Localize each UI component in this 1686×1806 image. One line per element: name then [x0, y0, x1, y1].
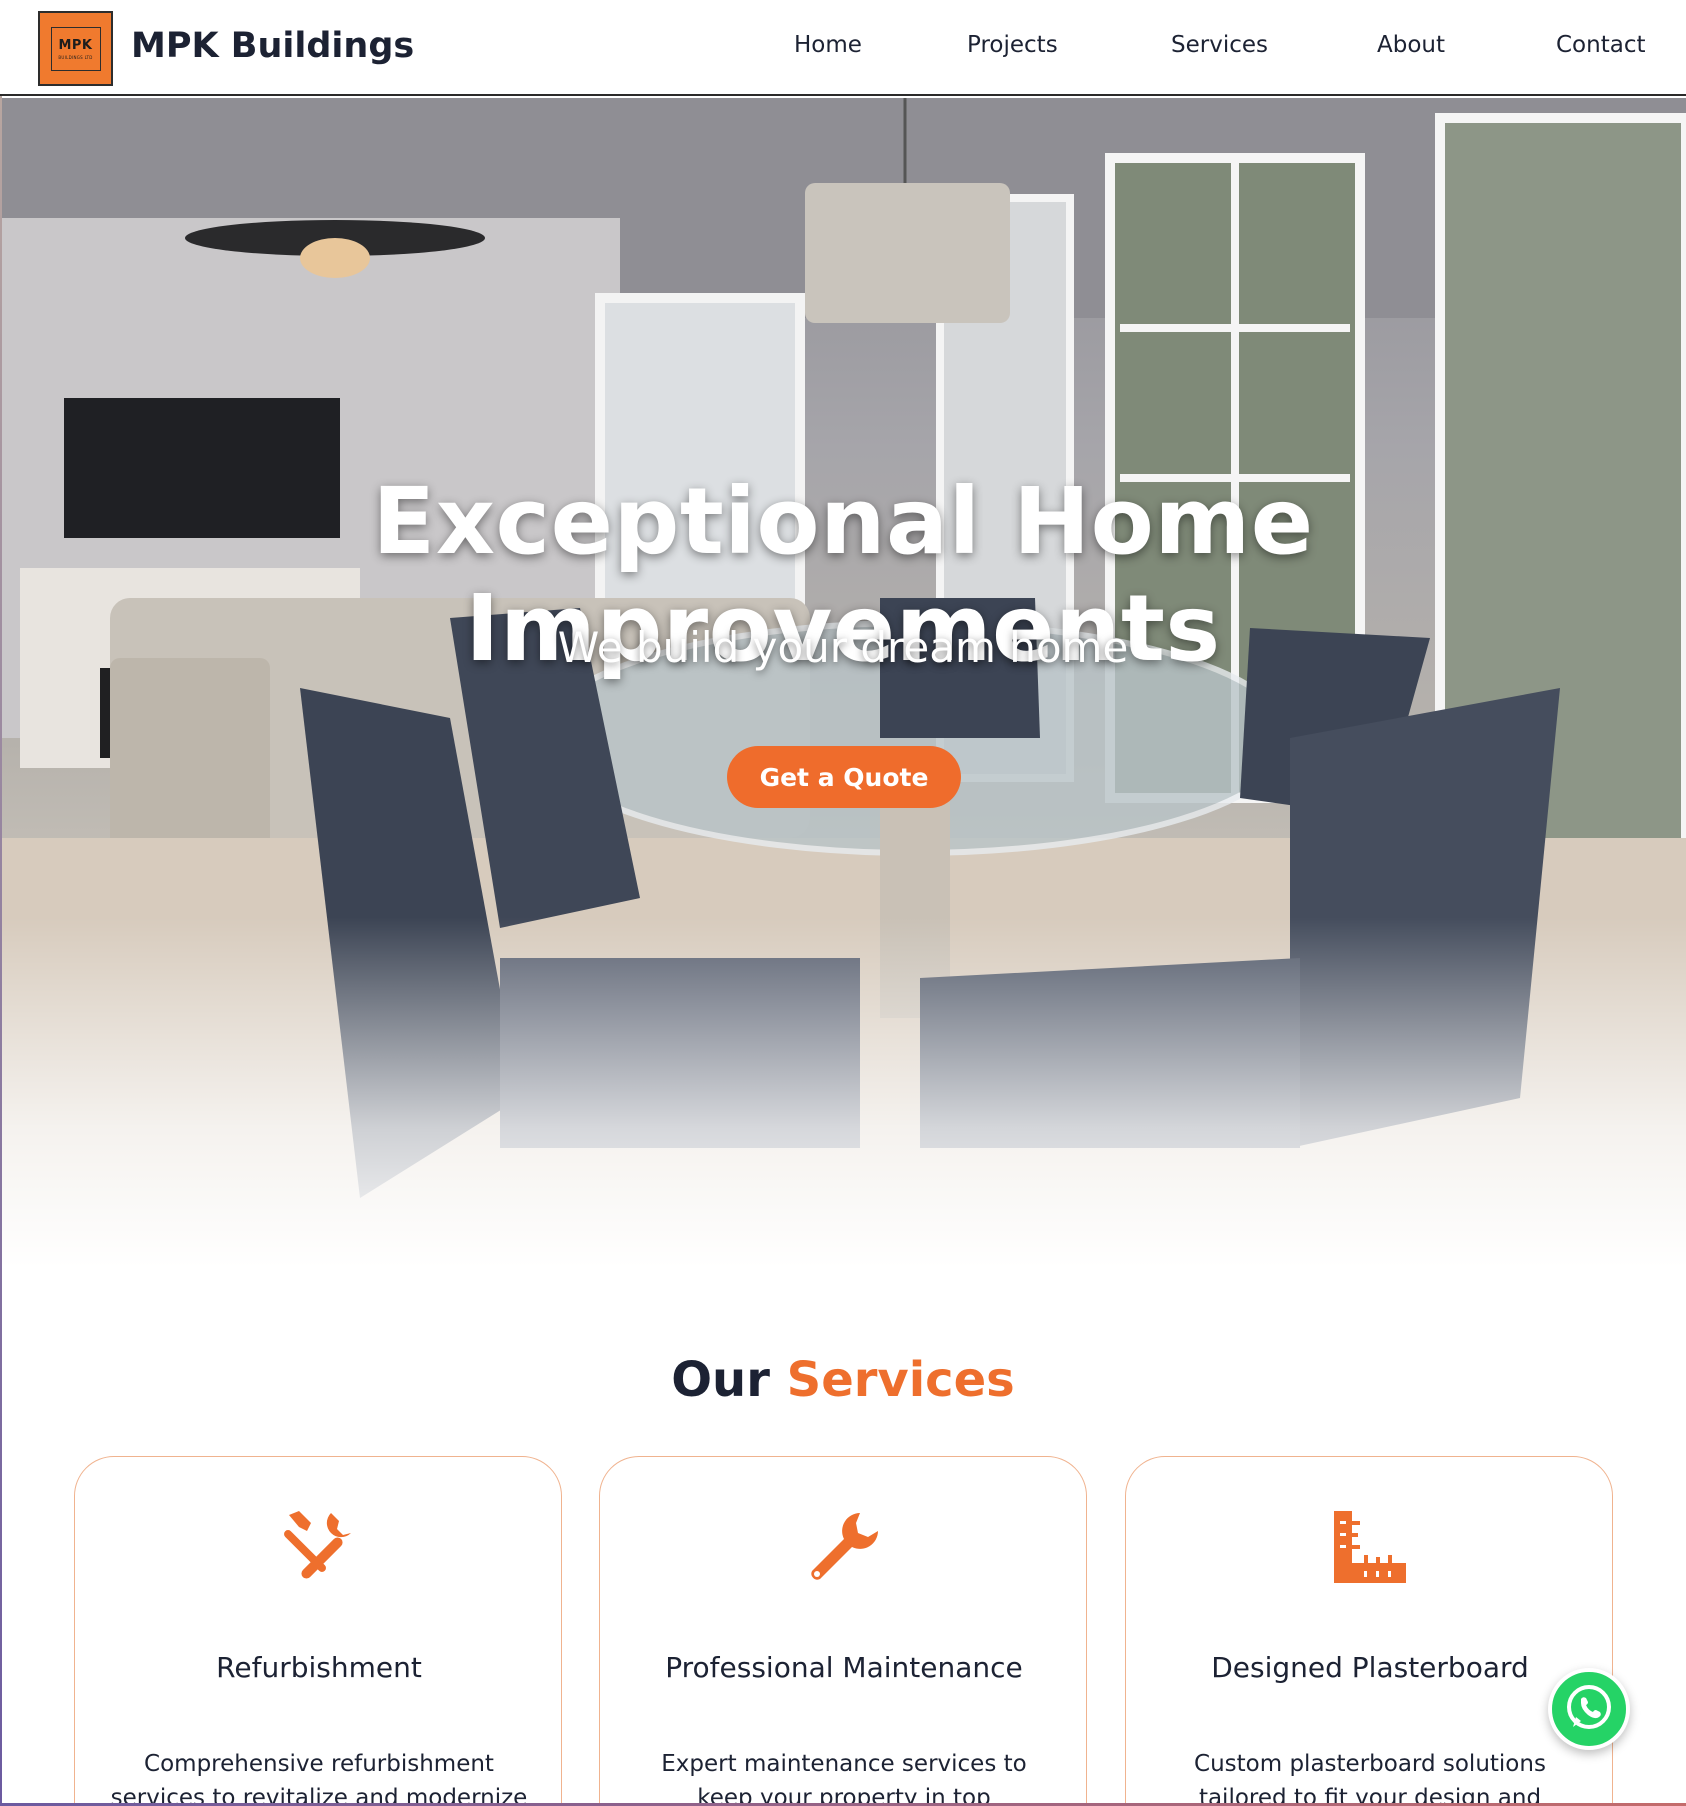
- card-description: Comprehensive refurbishment services to …: [110, 1751, 528, 1806]
- tools-icon: [284, 1511, 351, 1579]
- nav-about[interactable]: About: [1377, 32, 1445, 58]
- nav-contact[interactable]: Contact: [1556, 32, 1645, 58]
- get-quote-button[interactable]: Get a Quote: [727, 746, 961, 808]
- services-heading-plain: Our: [671, 1352, 770, 1408]
- whatsapp-icon: [1567, 1685, 1611, 1729]
- ruler-icon: [1334, 1511, 1406, 1583]
- service-card-refurbishment[interactable]: Refurbishment Comprehensive refurbishmen…: [74, 1456, 562, 1806]
- hero-section: Exceptional Home Improvements We build y…: [0, 98, 1686, 1268]
- nav-home[interactable]: Home: [794, 32, 862, 58]
- site-header: MPK BUILDINGS LTD MPK Buildings Home Pro…: [0, 0, 1686, 96]
- card-title: Designed Plasterboard: [1211, 1651, 1529, 1684]
- nav-services[interactable]: Services: [1171, 32, 1268, 58]
- card-description: Custom plasterboard solutions tailored t…: [1194, 1751, 1546, 1806]
- nav-projects[interactable]: Projects: [967, 32, 1058, 58]
- hero-fade-overlay: [0, 98, 1686, 1268]
- card-title: Professional Maintenance: [665, 1651, 1023, 1684]
- services-heading: Our Services: [0, 1352, 1686, 1408]
- card-title: Refurbishment: [216, 1651, 422, 1684]
- main-nav: Home Projects Services About Contact: [0, 32, 1686, 66]
- hero-subtitle: We build your dream home: [557, 623, 1129, 672]
- service-card-maintenance[interactable]: Professional Maintenance Expert maintena…: [599, 1456, 1087, 1806]
- card-description: Expert maintenance services to keep your…: [661, 1751, 1027, 1806]
- frame-edge-left: [0, 96, 2, 1806]
- service-card-plasterboard[interactable]: Designed Plasterboard Custom plasterboar…: [1125, 1456, 1613, 1806]
- wrench-icon: [811, 1513, 878, 1580]
- services-heading-accent: Services: [786, 1352, 1015, 1408]
- whatsapp-button[interactable]: [1548, 1668, 1630, 1750]
